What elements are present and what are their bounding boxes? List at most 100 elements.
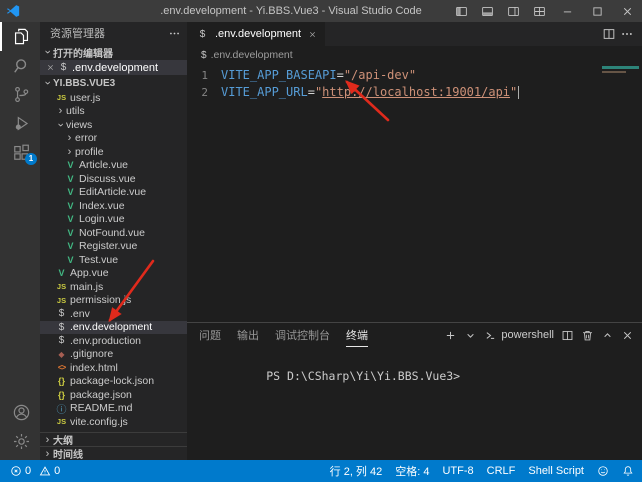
panel-actions: powershell [444, 329, 634, 342]
vue-file-icon: V [64, 214, 77, 224]
breadcrumb-item[interactable]: .env.development [211, 49, 293, 61]
url-link[interactable]: http://localhost:19001/api [322, 85, 510, 99]
tree-item-login.vue[interactable]: VLogin.vue [40, 213, 187, 227]
open-editor-item[interactable]: $.env.development [40, 60, 187, 75]
terminal-instance-label: powershell [501, 329, 554, 341]
chevron-up-icon[interactable] [601, 329, 614, 342]
tree-item-user.js[interactable]: JSuser.js [40, 91, 187, 105]
tree-item-label: App.vue [70, 267, 109, 279]
section-timeline[interactable]: ›时间线 [40, 446, 187, 460]
tree-item-label: error [75, 132, 97, 144]
more-actions-icon[interactable] [620, 27, 634, 41]
tree-item-.env.production[interactable]: $.env.production [40, 334, 187, 348]
status-count: 0 [25, 465, 31, 477]
terminal[interactable]: PS D:\CSharp\Yi\Yi.BBS.Vue3> [187, 347, 642, 460]
close-icon[interactable] [305, 30, 319, 39]
code-editor[interactable]: 1VITE_APP_BASEAPI="/api-dev"2VITE_APP_UR… [187, 64, 642, 322]
tree-item-.env.development[interactable]: $.env.development [40, 321, 187, 335]
split-editor-icon[interactable] [602, 27, 616, 41]
terminal-instance[interactable]: powershell [484, 329, 554, 342]
editor-area: $.env.development $ .env.development 1VI… [187, 22, 642, 460]
smiley-icon[interactable] [597, 465, 609, 477]
tree-item-permission.js[interactable]: JSpermission.js [40, 294, 187, 308]
tree-item-.gitignore[interactable]: ◆.gitignore [40, 348, 187, 362]
activity-run-debug[interactable] [0, 109, 40, 138]
panel: 问题输出调试控制台终端 powershell PS D:\CSharp\Yi\Y… [187, 322, 642, 460]
maximize-icon[interactable] [582, 0, 612, 22]
minimize-icon[interactable] [552, 0, 582, 22]
close-icon[interactable] [44, 63, 57, 72]
activity-source-control[interactable] [0, 80, 40, 109]
activity-search[interactable] [0, 51, 40, 80]
code-line[interactable]: 2VITE_APP_URL="http://localhost:19001/ap… [187, 84, 642, 101]
tree-item-test.vue[interactable]: VTest.vue [40, 253, 187, 267]
minimap[interactable] [600, 64, 642, 124]
tree-item-package-lock.json[interactable]: {}package-lock.json [40, 375, 187, 389]
tree-item-index.html[interactable]: <>index.html [40, 361, 187, 375]
panel-tab-problems[interactable]: 问题 [199, 323, 221, 347]
tree-item-index.vue[interactable]: VIndex.vue [40, 199, 187, 213]
status-eol[interactable]: CRLF [487, 465, 516, 477]
status-cursor-position[interactable]: 行 2, 列 42 [330, 463, 383, 479]
activity-account[interactable] [0, 398, 40, 427]
plus-icon[interactable] [444, 329, 457, 342]
tree-item-.env[interactable]: $.env [40, 307, 187, 321]
status-indentation[interactable]: 空格: 4 [395, 463, 429, 479]
tree-item-label: package.json [70, 389, 132, 401]
chevron-down-icon: › [42, 78, 54, 89]
debug-icon [12, 114, 31, 133]
tree-item-article.vue[interactable]: VArticle.vue [40, 159, 187, 173]
trash-icon[interactable] [581, 329, 594, 342]
status-language-mode[interactable]: Shell Script [528, 465, 584, 477]
tree-item-main.js[interactable]: JSmain.js [40, 280, 187, 294]
panel-tab-terminal[interactable]: 终端 [346, 323, 368, 347]
bell-icon[interactable] [622, 465, 634, 477]
panel-bar: 问题输出调试控制台终端 powershell [187, 323, 642, 347]
chevron-down-icon: › [55, 119, 67, 130]
activity-extensions[interactable]: 1 [0, 138, 40, 167]
activity-settings[interactable] [0, 427, 40, 456]
panel-tab-output[interactable]: 输出 [237, 323, 259, 347]
panel-tab-debug-console[interactable]: 调试控制台 [275, 323, 330, 347]
tree-item-views[interactable]: ›views [40, 118, 187, 132]
close-icon[interactable] [621, 329, 634, 342]
close-icon[interactable] [612, 0, 642, 22]
js-file-icon: JS [55, 296, 68, 305]
layout-panel-icon[interactable] [474, 0, 500, 22]
tree-item-readme.md[interactable]: ⓘREADME.md [40, 402, 187, 416]
layout-sidebar-right-icon[interactable] [500, 0, 526, 22]
sidebar: 资源管理器 › 打开的编辑器 $.env.development › YI.BB… [40, 22, 187, 460]
editor-tabs: $.env.development [187, 22, 325, 46]
tree-item-package.json[interactable]: {}package.json [40, 388, 187, 402]
tree-item-label: Article.vue [79, 159, 128, 171]
editor-tab[interactable]: $.env.development [187, 22, 325, 46]
split-terminal-icon[interactable] [561, 329, 574, 342]
text-cursor [518, 86, 519, 99]
tree-item-notfound.vue[interactable]: VNotFound.vue [40, 226, 187, 240]
chevron-down-icon[interactable] [464, 329, 477, 342]
layout-customize-icon[interactable] [526, 0, 552, 22]
env-file-icon: $ [55, 322, 68, 333]
tree-item-error[interactable]: ›error [40, 132, 187, 146]
open-editor-label: .env.development [72, 62, 158, 74]
tree-item-register.vue[interactable]: VRegister.vue [40, 240, 187, 254]
section-outline[interactable]: ›大纲 [40, 432, 187, 446]
tree-item-profile[interactable]: ›profile [40, 145, 187, 159]
vue-file-icon: V [64, 187, 77, 197]
tree-item-editarticle.vue[interactable]: VEditArticle.vue [40, 186, 187, 200]
tree-item-utils[interactable]: ›utils [40, 105, 187, 119]
layout-sidebar-left-icon[interactable] [448, 0, 474, 22]
code-line[interactable]: 1VITE_APP_BASEAPI="/api-dev" [187, 67, 642, 84]
status-encoding[interactable]: UTF-8 [442, 465, 473, 477]
status-warnings[interactable]: 0 [35, 465, 64, 477]
tree-item-discuss.vue[interactable]: VDiscuss.vue [40, 172, 187, 186]
open-editors-header[interactable]: › 打开的编辑器 [40, 44, 187, 60]
project-header[interactable]: › YI.BBS.VUE3 [40, 75, 187, 91]
status-errors[interactable]: 0 [6, 465, 35, 477]
tree-item-vite.config.js[interactable]: JSvite.config.js [40, 415, 187, 429]
chevron-right-icon: › [64, 146, 75, 158]
ellipsis-icon[interactable] [168, 27, 181, 40]
activity-explorer[interactable] [0, 22, 40, 51]
vue-file-icon: V [64, 255, 77, 265]
tree-item-app.vue[interactable]: VApp.vue [40, 267, 187, 281]
